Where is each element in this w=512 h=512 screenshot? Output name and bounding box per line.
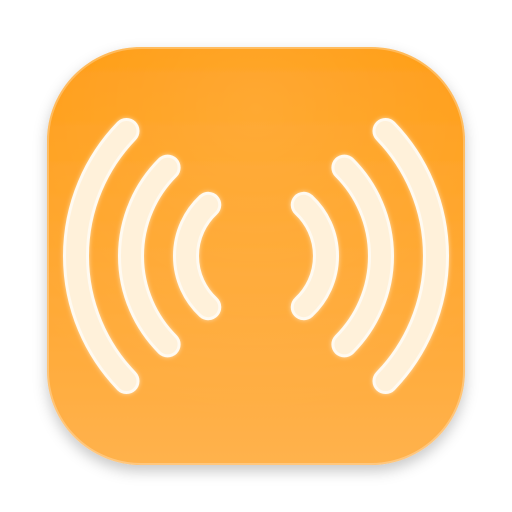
broadcast-waves-icon [47, 47, 465, 465]
app-icon-canvas [0, 0, 512, 512]
app-icon[interactable] [0, 0, 512, 512]
icon-background-sheen [47, 47, 465, 465]
